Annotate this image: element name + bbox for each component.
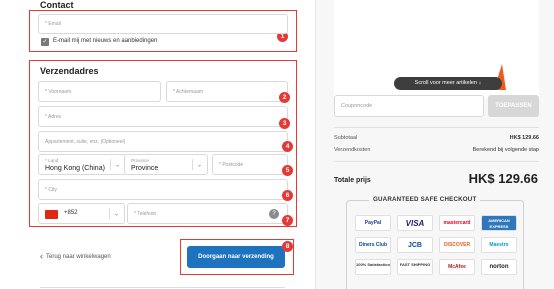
province-value: Province — [131, 165, 159, 172]
order-summary: Scroll voor meer artikelen ↓ Couponcode … — [315, 0, 554, 289]
chevron-down-icon: ⌄ — [196, 162, 202, 168]
safe-checkout-title: GUARANTEED SAFE CHECKOUT — [369, 196, 481, 203]
jcb-logo: JCB — [397, 237, 433, 253]
help-icon[interactable]: ? — [269, 209, 279, 219]
subtotal-label: Subtotaal — [334, 135, 358, 141]
country-separator — [110, 159, 111, 170]
city-placeholder: * City — [45, 186, 57, 193]
checkout-form: Contact 1 * Email ✓ E-mail mij met nieuw… — [0, 0, 310, 289]
discover-logo: DISCOVER — [439, 237, 475, 253]
shipping-cost-value: Berekend bij volgende stap — [472, 147, 539, 153]
step-badge-5: 5 — [282, 165, 293, 176]
subtotal-value: HK$ 129.66 — [509, 135, 539, 141]
step-badge-7: 7 — [282, 215, 293, 226]
mastercard-logo: mastercard — [439, 215, 475, 231]
firstname-placeholder: * Voornaam — [45, 88, 72, 95]
visa-logo: VISA — [397, 215, 433, 231]
arrow-down-icon: ↓ — [478, 80, 482, 86]
chevron-down-icon: ⌄ — [113, 211, 119, 217]
amex-logo: AMERICAN EXPRESS — [481, 215, 517, 231]
country-select[interactable]: * Land Hong Kong (China) ⌄ — [38, 154, 126, 175]
address-field[interactable]: * Adres — [38, 106, 288, 127]
shipping-cost-row: Verzendkosten Berekend bij volgende stap — [334, 147, 539, 153]
shipping-heading: Verzendadres — [40, 66, 99, 76]
apply-coupon-button[interactable]: TOEPASSEN — [488, 95, 539, 117]
lastname-placeholder: * Achternaam — [173, 88, 204, 95]
chevron-left-icon: ‹ — [40, 251, 43, 261]
apartment-placeholder: Appartement, suite, enz. (Optioneel) — [45, 138, 126, 145]
total-label: Totale prijs — [334, 177, 371, 184]
phone-code: +852 — [64, 210, 78, 216]
cart-items-area[interactable]: Scroll voor meer artikelen ↓ — [334, 0, 539, 98]
newsletter-label: E-mail mij met nieuws en aanbiedingen — [53, 38, 158, 44]
step-badge-2: 2 — [279, 92, 290, 103]
postcode-placeholder: * Postcode — [219, 161, 244, 168]
province-select[interactable]: Province Province ⌄ — [124, 154, 208, 175]
phone-country-select[interactable]: +852 ⌄ — [38, 203, 125, 224]
mcafee-logo: McAfee — [439, 259, 475, 275]
scroll-hint-label: Scroll voor meer artikelen — [414, 80, 478, 86]
step-badge-3: 3 — [279, 118, 290, 129]
summary-divider — [334, 161, 539, 162]
apartment-field[interactable]: Appartement, suite, enz. (Optioneel) — [38, 131, 288, 152]
phone-separator — [109, 208, 110, 219]
lastname-field[interactable]: * Achternaam — [166, 81, 288, 102]
city-field[interactable]: * City — [38, 179, 288, 200]
continue-to-shipping-button[interactable]: Doorgaan naar verzending — [187, 246, 285, 268]
phone-field[interactable]: * Telefoon ? — [127, 203, 288, 224]
contact-heading: Contact — [40, 0, 74, 10]
back-to-cart-link[interactable]: ‹ Terug naar winkelwagen — [40, 251, 111, 261]
phone-placeholder: * Telefoon — [134, 210, 157, 217]
address-placeholder: * Adres — [45, 113, 62, 120]
hong-kong-flag-icon — [45, 210, 58, 219]
country-label: * Land — [45, 158, 59, 163]
summary-divider — [334, 127, 539, 128]
step-badge-8: 8 — [282, 241, 293, 252]
email-placeholder: * Email — [45, 21, 61, 27]
newsletter-checkbox[interactable]: ✓ — [41, 38, 49, 46]
postcode-field[interactable]: * Postcode — [212, 154, 288, 175]
maestro-logo: Maestro — [481, 237, 517, 253]
email-field[interactable]: * Email — [38, 14, 288, 34]
satisfaction-badge: 100% Satisfaction — [355, 259, 391, 275]
scroll-hint: Scroll voor meer artikelen ↓ — [394, 77, 502, 90]
norton-logo: norton — [481, 259, 517, 275]
subtotal-row: Subtotaal HK$ 129.66 — [334, 135, 539, 141]
diners-club-logo: Diners Club — [355, 237, 391, 253]
shipping-cost-label: Verzendkosten — [334, 147, 371, 153]
form-divider — [40, 287, 285, 288]
firstname-field[interactable]: * Voornaam — [38, 81, 161, 102]
coupon-placeholder: Couponcode — [341, 103, 373, 109]
province-label: Province — [131, 158, 149, 163]
step-badge-4: 4 — [282, 141, 293, 152]
chevron-down-icon: ⌄ — [114, 162, 120, 168]
safe-checkout-box: GUARANTEED SAFE CHECKOUT PayPal VISA mas… — [346, 196, 524, 289]
province-separator — [192, 159, 193, 170]
total-value: HK$ 129.66 — [468, 171, 538, 186]
fast-shipping-badge: FAST SHIPPING — [397, 259, 433, 275]
step-badge-6: 6 — [282, 190, 293, 201]
paypal-logo: PayPal — [355, 215, 391, 231]
country-value: Hong Kong (China) — [45, 165, 105, 172]
checkout-page: Contact 1 * Email ✓ E-mail mij met nieuw… — [0, 0, 554, 289]
back-to-cart-label: Terug naar winkelwagen — [46, 254, 111, 260]
coupon-input[interactable]: Couponcode — [334, 95, 484, 117]
